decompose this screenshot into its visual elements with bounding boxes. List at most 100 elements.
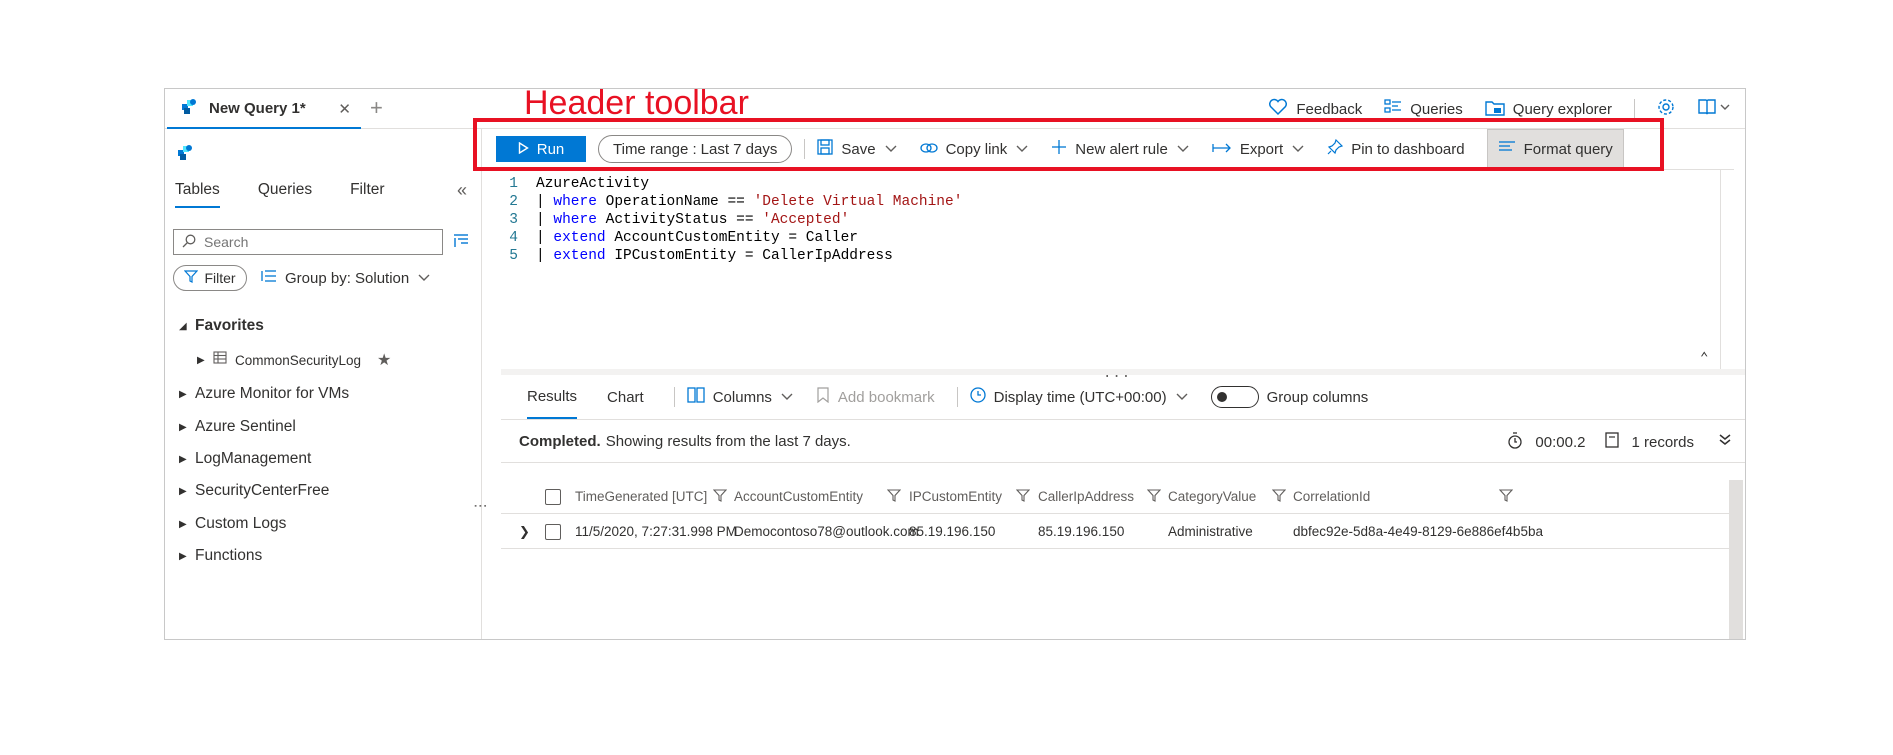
folder-icon — [1485, 99, 1505, 120]
pin-icon — [1327, 138, 1344, 159]
schema-search[interactable] — [173, 229, 443, 255]
column-header[interactable]: CallerIpAddress — [1038, 489, 1134, 504]
line-number: 3 — [509, 212, 518, 228]
filter-column-icon[interactable] — [1498, 488, 1514, 505]
book-icon[interactable] — [1697, 98, 1731, 120]
tab-results[interactable]: Results — [527, 375, 578, 419]
line-number: 2 — [509, 194, 518, 210]
run-button[interactable]: Run — [496, 136, 586, 162]
add-tab-button[interactable]: + — [370, 95, 383, 121]
tree-item-favorites[interactable]: ◢ Favorites — [179, 317, 264, 335]
chevron-down-icon — [1175, 389, 1189, 406]
query-explorer-button[interactable]: Query explorer — [1485, 99, 1612, 120]
tree-item-group[interactable]: ▶ Azure Sentinel — [179, 418, 296, 436]
export-arrow-icon — [1212, 141, 1232, 158]
column-header[interactable]: IPCustomEntity — [909, 489, 1002, 504]
filter-column-icon[interactable] — [1271, 488, 1287, 505]
feedback-label: Feedback — [1296, 100, 1363, 118]
document-icon — [1605, 432, 1620, 452]
format-query-label: Format query — [1523, 140, 1613, 158]
close-tab-icon[interactable]: ✕ — [338, 100, 351, 118]
tree-item-group[interactable]: ▶ Functions — [179, 547, 262, 565]
gear-icon[interactable] — [1657, 98, 1675, 120]
star-icon[interactable]: ★ — [377, 350, 391, 370]
filter-pill-button[interactable]: Filter — [173, 265, 247, 291]
tree-item-group[interactable]: ▶ Azure Monitor for VMs — [179, 385, 349, 403]
code-keyword: where — [553, 194, 597, 210]
format-query-button[interactable]: Format query — [1486, 129, 1624, 169]
collapse-editor-icon[interactable]: ⌃ — [1700, 350, 1708, 367]
save-icon — [817, 139, 834, 159]
caret-collapsed-icon: ▶ — [179, 388, 187, 400]
tree-item-table[interactable]: ▶ CommonSecurityLog ★ — [197, 351, 391, 369]
export-button[interactable]: Export — [1212, 141, 1305, 158]
time-range-picker[interactable]: Time range : Last 7 days — [598, 135, 793, 163]
results-status-bar: Completed. Showing results from the last… — [501, 419, 1745, 463]
sort-icon[interactable] — [452, 233, 470, 253]
add-bookmark-button[interactable]: Add bookmark — [816, 387, 935, 407]
chevron-down-icon — [1291, 141, 1305, 158]
grid-scrollbar[interactable] — [1729, 480, 1743, 639]
heart-icon — [1268, 98, 1288, 120]
tab-filter[interactable]: Filter — [350, 181, 384, 208]
filter-column-icon[interactable] — [1015, 488, 1031, 505]
caret-collapsed-icon: ▶ — [179, 550, 187, 562]
query-explorer-label: Query explorer — [1512, 100, 1612, 118]
select-all-checkbox[interactable] — [545, 488, 561, 505]
search-input[interactable] — [204, 234, 424, 250]
chevron-down-icon — [417, 270, 431, 287]
row-checkbox[interactable] — [545, 523, 561, 540]
schema-pane: Tables Queries Filter « Filter Group by:… — [165, 129, 489, 639]
chevron-down-icon — [1176, 141, 1190, 158]
group-columns-toggle[interactable]: Group columns — [1210, 386, 1368, 408]
tree-item-group[interactable]: ▶ LogManagement — [179, 450, 311, 468]
expand-row-icon[interactable]: ❯ — [519, 524, 530, 540]
table-cell: 85.19.196.150 — [909, 524, 996, 539]
save-button[interactable]: Save — [817, 139, 897, 159]
tree-item-group[interactable]: ▶ Custom Logs — [179, 515, 286, 533]
collapse-pane-icon[interactable]: « — [457, 180, 467, 201]
divider — [956, 387, 958, 407]
group-by-dropdown[interactable]: Group by: Solution — [261, 269, 431, 287]
editor-scrollbar[interactable] — [1720, 170, 1734, 370]
display-time-dropdown[interactable]: Display time (UTC+00:00) — [969, 387, 1189, 407]
tree-item-group[interactable]: ▶ SecurityCenterFree — [179, 482, 329, 500]
copy-link-button[interactable]: Copy link — [919, 141, 1030, 158]
tab-tables[interactable]: Tables — [175, 181, 220, 208]
pin-to-dashboard-label: Pin to dashboard — [1351, 140, 1465, 158]
search-icon — [182, 234, 196, 251]
tab-chart[interactable]: Chart — [607, 375, 644, 419]
caret-expanded-icon: ◢ — [179, 320, 187, 332]
column-header[interactable]: TimeGenerated [UTC] — [575, 489, 707, 504]
column-header[interactable]: AccountCustomEntity — [734, 489, 863, 504]
columns-icon — [687, 387, 705, 407]
tree-item-label: LogManagement — [195, 450, 312, 467]
column-header[interactable]: CorrelationId — [1293, 489, 1370, 504]
expand-double-chevron-icon[interactable] — [1718, 433, 1732, 451]
new-alert-rule-button[interactable]: New alert rule — [1051, 139, 1190, 159]
tree-item-label: Azure Sentinel — [195, 418, 296, 435]
code-keyword: extend — [553, 248, 606, 264]
query-editor[interactable]: 1 AzureActivity 2 | where OperationName … — [483, 169, 1734, 382]
pin-to-dashboard-button[interactable]: Pin to dashboard — [1327, 138, 1465, 159]
query-tab[interactable]: New Query 1* ✕ — [167, 89, 361, 129]
filter-column-icon[interactable] — [1146, 488, 1162, 505]
filter-label: Filter — [204, 270, 236, 286]
chevron-down-icon — [1015, 141, 1029, 158]
columns-button[interactable]: Columns — [687, 387, 794, 407]
column-header[interactable]: CategoryValue — [1168, 489, 1256, 504]
filter-column-icon[interactable] — [886, 488, 902, 505]
table-cell: 85.19.196.150 — [1038, 524, 1125, 539]
grid-header-row: TimeGenerated [UTC] AccountCustomEntity … — [501, 480, 1729, 514]
table-row[interactable]: ❯ 11/5/2020, 7:27:31.998 PM Democontoso7… — [501, 515, 1729, 549]
record-count: 1 records — [1631, 433, 1694, 451]
queries-button[interactable]: Queries — [1384, 99, 1463, 119]
toggle-switch[interactable] — [1210, 386, 1259, 408]
group-list-icon — [261, 269, 277, 287]
filter-column-icon[interactable] — [712, 488, 728, 505]
tab-queries[interactable]: Queries — [258, 181, 312, 208]
queries-icon — [1384, 99, 1402, 119]
feedback-button[interactable]: Feedback — [1268, 98, 1362, 120]
header-toolbar: Run Time range : Last 7 days Save Copy l… — [483, 129, 1745, 169]
link-icon — [919, 141, 938, 158]
